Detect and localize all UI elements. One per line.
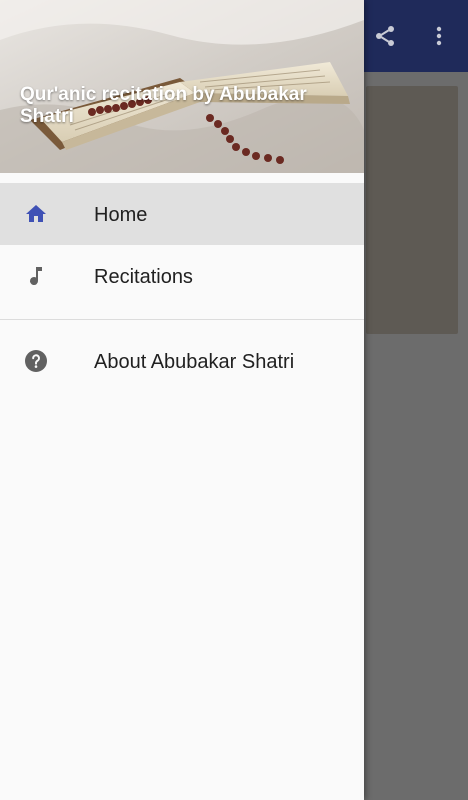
- drawer-header: Qur'anic recitation by Abubakar Shatri: [0, 0, 364, 173]
- home-icon: [24, 202, 48, 226]
- navigation-drawer: Qur'anic recitation by Abubakar Shatri H…: [0, 0, 364, 800]
- more-options-button[interactable]: [421, 18, 457, 54]
- drawer-item-label: About Abubakar Shatri: [94, 351, 295, 373]
- content-card: [366, 86, 458, 334]
- share-button[interactable]: [367, 18, 403, 54]
- drawer-item-label: Recitations: [94, 266, 193, 288]
- drawer-header-title: Qur'anic recitation by Abubakar Shatri: [20, 84, 307, 127]
- drawer-item-home[interactable]: Home: [0, 183, 364, 245]
- share-icon: [376, 26, 394, 46]
- drawer-item-label: Home: [94, 204, 148, 226]
- more-vert-icon: [436, 26, 442, 46]
- drawer-menu: Home Recitations About Abubakar Shatri: [0, 183, 364, 392]
- drawer-divider: [0, 319, 364, 320]
- drawer-item-about[interactable]: About Abubakar Shatri: [0, 330, 364, 392]
- help-icon: [24, 349, 48, 373]
- drawer-item-recitations[interactable]: Recitations: [0, 245, 364, 307]
- music-note-icon: [24, 264, 48, 288]
